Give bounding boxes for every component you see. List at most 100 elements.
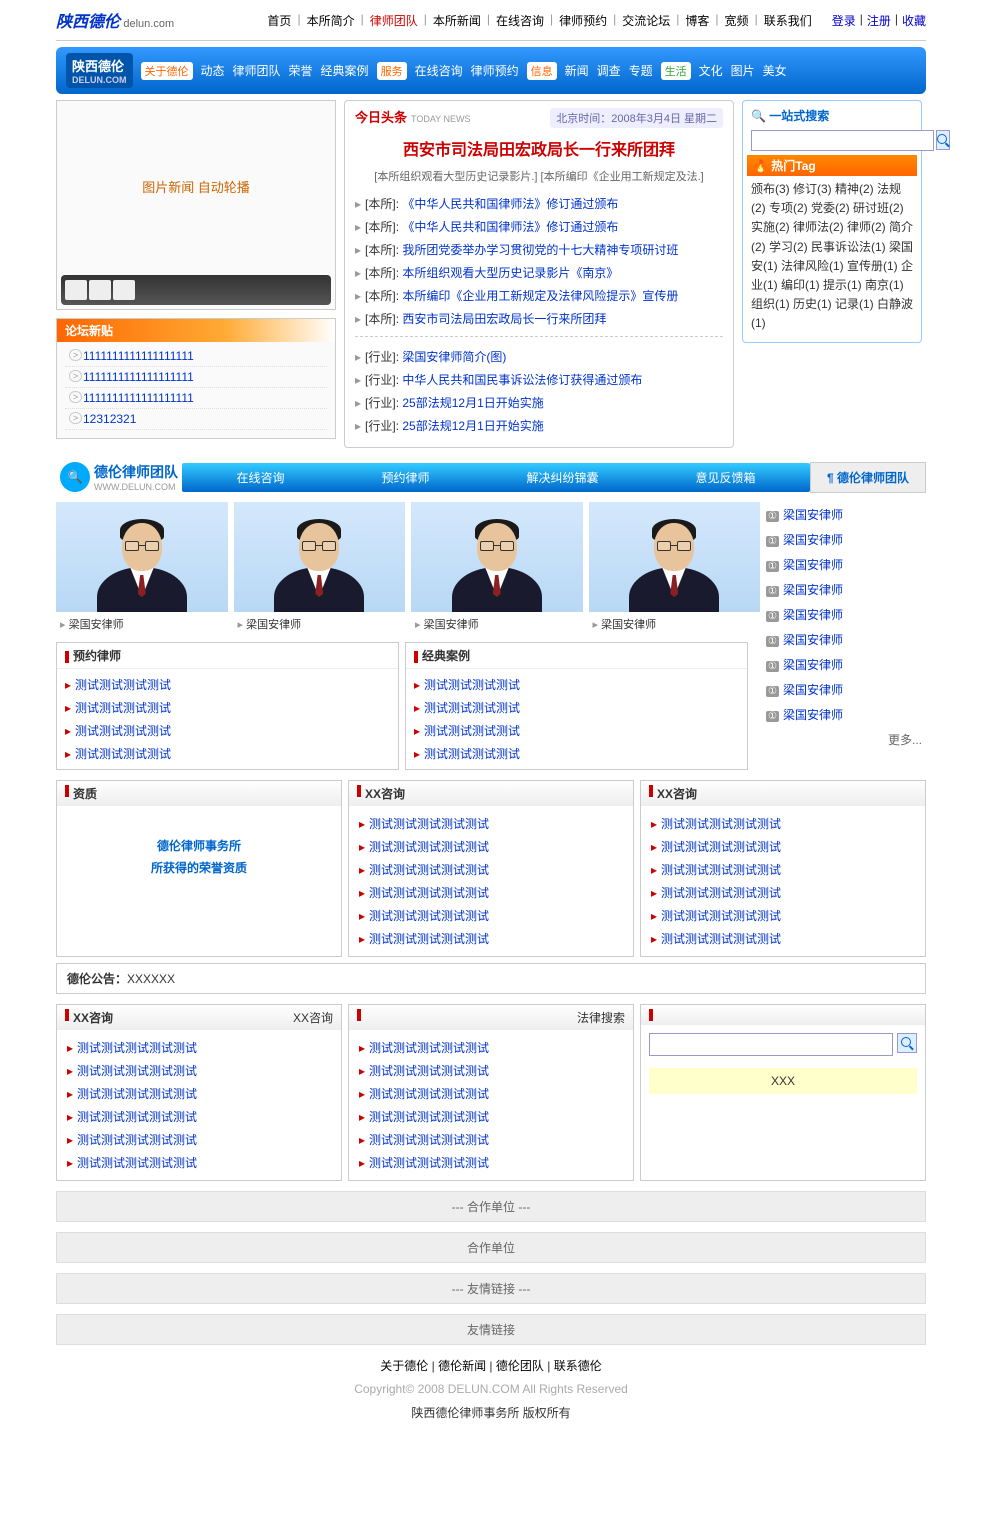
list-item[interactable]: 测试测试测试测试测试 (67, 1082, 331, 1105)
nav-item[interactable]: 调查 (597, 62, 621, 79)
list-item[interactable]: 测试测试测试测试测试 (359, 812, 623, 835)
top-right-link[interactable]: 注册 (867, 12, 891, 29)
nav-item[interactable]: 在线咨询 (415, 62, 463, 79)
news-item[interactable]: [行业]: 梁国安律师简介(图) (355, 345, 723, 368)
nav-item[interactable]: 律师预约 (471, 62, 519, 79)
team-nav-item[interactable]: 在线咨询 (236, 469, 284, 486)
list-item[interactable]: 测试测试测试测试测试 (359, 1036, 623, 1059)
list-item[interactable]: 测试测试测试测试测试 (651, 858, 915, 881)
forum-item[interactable]: 12312321 (65, 409, 327, 430)
top-nav-item[interactable]: 本所简介 (307, 12, 355, 29)
list-item[interactable]: 测试测试测试测试测试 (359, 881, 623, 904)
list-item[interactable]: 测试测试测试测试 (414, 719, 739, 742)
list-item[interactable]: 测试测试测试测试测试 (359, 1128, 623, 1151)
list-item[interactable]: 测试测试测试测试测试 (651, 927, 915, 950)
top-nav-item[interactable]: 在线咨询 (496, 12, 544, 29)
headline[interactable]: 西安市司法局田宏政局长一行来所团拜 (355, 136, 723, 160)
top-nav-item[interactable]: 宽频 (725, 12, 749, 29)
top-nav-item[interactable]: 首页 (267, 12, 291, 29)
news-item[interactable]: [行业]: 中华人民共和国民事诉讼法修订获得通过颁布 (355, 368, 723, 391)
footer-link[interactable]: 德伦团队 (496, 1359, 544, 1373)
list-item[interactable]: 测试测试测试测试测试 (67, 1059, 331, 1082)
player-btn-3[interactable] (113, 280, 135, 300)
top-nav-item[interactable]: 律师预约 (559, 12, 607, 29)
list-item[interactable]: 测试测试测试测试测试 (651, 835, 915, 858)
list-item[interactable]: 测试测试测试测试 (414, 673, 739, 696)
more-link[interactable]: 更多... (766, 727, 926, 752)
portrait-card[interactable]: 梁国安律师 (589, 502, 761, 636)
list-item[interactable]: 测试测试测试测试测试 (67, 1036, 331, 1059)
lawyer-item[interactable]: 梁国安律师 (766, 502, 926, 527)
news-item[interactable]: [本所]: 我所团党委举办学习贯彻党的十七大精神专项研讨班 (355, 238, 723, 261)
nav-item[interactable]: 律师团队 (233, 62, 281, 79)
top-right-link[interactable]: 收藏 (902, 12, 926, 29)
nav-item[interactable]: 动态 (201, 62, 225, 79)
list-item[interactable]: 测试测试测试测试测试 (359, 835, 623, 858)
top-nav-item[interactable]: 律师团队 (370, 12, 418, 29)
lawyer-item[interactable]: 梁国安律师 (766, 577, 926, 602)
list-item[interactable]: 测试测试测试测试测试 (651, 904, 915, 927)
lawyer-item[interactable]: 梁国安律师 (766, 527, 926, 552)
list-item[interactable]: 测试测试测试测试 (414, 696, 739, 719)
team-nav-item[interactable]: 意见反馈箱 (695, 469, 755, 486)
player-bar[interactable] (61, 275, 331, 305)
top-nav-item[interactable]: 本所新闻 (433, 12, 481, 29)
news-item[interactable]: [行业]: 25部法规12月1日开始实施 (355, 391, 723, 414)
hot-tags[interactable]: 颁布(3) 修订(3) 精神(2) 法规(2) 专项(2) 党委(2) 研讨班(… (747, 176, 917, 338)
list-item[interactable]: 测试测试测试测试 (65, 696, 390, 719)
news-item[interactable]: [本所]: 西安市司法局田宏政局长一行来所团拜 (355, 307, 723, 330)
footer-link[interactable]: 联系德伦 (554, 1359, 602, 1373)
footer-link[interactable]: 德伦新闻 (438, 1359, 486, 1373)
nav-item[interactable]: 美女 (763, 62, 787, 79)
nav-item[interactable]: 文化 (699, 62, 723, 79)
lawyer-item[interactable]: 梁国安律师 (766, 652, 926, 677)
portrait-card[interactable]: 梁国安律师 (411, 502, 583, 636)
list-item[interactable]: 测试测试测试测试测试 (67, 1105, 331, 1128)
top-nav-item[interactable]: 博客 (685, 12, 709, 29)
player-btn-1[interactable] (65, 280, 87, 300)
player-btn-2[interactable] (89, 280, 111, 300)
list-item[interactable]: 测试测试测试测试测试 (359, 1059, 623, 1082)
list-item[interactable]: 测试测试测试测试 (65, 742, 390, 765)
lawyer-item[interactable]: 梁国安律师 (766, 602, 926, 627)
nav-item[interactable]: 新闻 (565, 62, 589, 79)
news-item[interactable]: [本所]: 《中华人民共和国律师法》修订通过颁布 (355, 192, 723, 215)
nav-item[interactable]: 专题 (629, 62, 653, 79)
list-item[interactable]: 测试测试测试测试 (65, 719, 390, 742)
list-item[interactable]: 测试测试测试测试测试 (359, 1082, 623, 1105)
list-item[interactable]: 测试测试测试测试 (414, 742, 739, 765)
news-item[interactable]: [本所]: 本所编印《企业用工新规定及法律风险提示》宣传册 (355, 284, 723, 307)
nav-item[interactable]: 图片 (731, 62, 755, 79)
list-item[interactable]: 测试测试测试测试测试 (359, 927, 623, 950)
top-nav-item[interactable]: 交流论坛 (622, 12, 670, 29)
list-item[interactable]: 测试测试测试测试测试 (359, 904, 623, 927)
lawyer-item[interactable]: 梁国安律师 (766, 552, 926, 577)
footer-link[interactable]: 关于德伦 (380, 1359, 428, 1373)
list-item[interactable]: 测试测试测试测试测试 (359, 1105, 623, 1128)
forum-item[interactable]: 1111111111111111111 (65, 388, 327, 409)
portrait-card[interactable]: 梁国安律师 (234, 502, 406, 636)
list-item[interactable]: 测试测试测试测试测试 (651, 812, 915, 835)
list-item[interactable]: 测试测试测试测试测试 (359, 1151, 623, 1174)
lawyer-item[interactable]: 梁国安律师 (766, 702, 926, 727)
law-search-input[interactable] (649, 1033, 893, 1056)
nav-item[interactable]: 经典案例 (321, 62, 369, 79)
nav-item[interactable]: 荣誉 (289, 62, 313, 79)
news-item[interactable]: [本所]: 《中华人民共和国律师法》修订通过颁布 (355, 215, 723, 238)
team-nav-item[interactable]: 解决纠纷锦囊 (526, 469, 598, 486)
list-item[interactable]: 测试测试测试测试测试 (359, 858, 623, 881)
search-button[interactable] (936, 130, 950, 150)
team-nav-item[interactable]: 预约律师 (381, 469, 429, 486)
search-input[interactable] (751, 130, 934, 151)
law-search-button[interactable] (897, 1033, 917, 1053)
lawyer-item[interactable]: 梁国安律师 (766, 627, 926, 652)
forum-item[interactable]: 1111111111111111111 (65, 367, 327, 388)
list-item[interactable]: 测试测试测试测试测试 (67, 1151, 331, 1174)
forum-item[interactable]: 1111111111111111111 (65, 346, 327, 367)
list-item[interactable]: 测试测试测试测试测试 (651, 881, 915, 904)
portrait-card[interactable]: 梁国安律师 (56, 502, 228, 636)
top-right-link[interactable]: 登录 (832, 12, 856, 29)
news-item[interactable]: [行业]: 25部法规12月1日开始实施 (355, 414, 723, 437)
top-nav-item[interactable]: 联系我们 (764, 12, 812, 29)
list-item[interactable]: 测试测试测试测试 (65, 673, 390, 696)
